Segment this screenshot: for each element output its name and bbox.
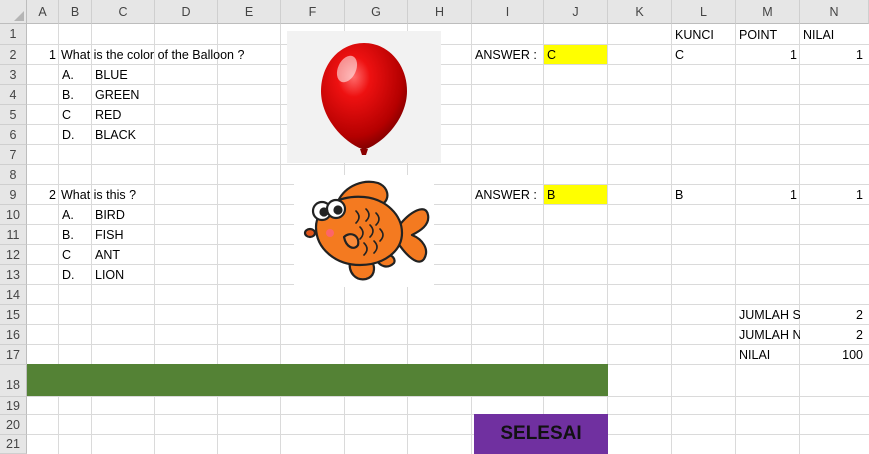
q1-option-a-text[interactable]: BLUE bbox=[92, 65, 155, 85]
row-header-19[interactable]: 19 bbox=[0, 397, 27, 415]
col-header-l[interactable]: L bbox=[672, 0, 736, 24]
balloon-picture[interactable] bbox=[287, 31, 441, 163]
col-header-j[interactable]: J bbox=[544, 0, 608, 24]
question-1-text[interactable]: What is the color of the Balloon ? bbox=[59, 45, 281, 65]
row-header-4[interactable]: 4 bbox=[0, 85, 27, 105]
green-banner bbox=[27, 364, 608, 396]
q1-kunci[interactable]: C bbox=[672, 45, 736, 65]
row-header-21[interactable]: 21 bbox=[0, 435, 27, 454]
q2-option-d-letter[interactable]: D. bbox=[59, 265, 92, 285]
question-2-number[interactable]: 2 bbox=[27, 185, 59, 205]
q2-option-c-text[interactable]: ANT bbox=[92, 245, 155, 265]
q1-answer-input[interactable]: C bbox=[544, 45, 607, 64]
q1-option-c-letter[interactable]: C bbox=[59, 105, 92, 125]
q2-point[interactable]: 1 bbox=[736, 185, 800, 205]
q1-point[interactable]: 1 bbox=[736, 45, 800, 65]
row-header-10[interactable]: 10 bbox=[0, 205, 27, 225]
row-header-17[interactable]: 17 bbox=[0, 345, 27, 365]
selesai-button[interactable]: SELESAI bbox=[474, 414, 608, 454]
col-header-i[interactable]: I bbox=[472, 0, 544, 24]
kunci-header[interactable]: KUNCI bbox=[672, 25, 736, 45]
row-header-16[interactable]: 16 bbox=[0, 325, 27, 345]
fish-icon bbox=[303, 180, 430, 281]
row-header-1[interactable]: 1 bbox=[0, 24, 27, 45]
q2-option-b-text[interactable]: FISH bbox=[92, 225, 155, 245]
col-header-d[interactable]: D bbox=[155, 0, 218, 24]
col-header-a[interactable]: A bbox=[27, 0, 59, 24]
spreadsheet: A B C D E F G H I J K L M N 1 2 3 4 5 6 … bbox=[0, 0, 869, 454]
row-header-12[interactable]: 12 bbox=[0, 245, 27, 265]
summary-label-1[interactable]: JUMLAH S bbox=[736, 305, 800, 325]
select-all-corner[interactable] bbox=[0, 0, 27, 24]
row-header-2[interactable]: 2 bbox=[0, 45, 27, 65]
q1-option-d-text[interactable]: BLACK bbox=[92, 125, 155, 145]
q2-option-c-letter[interactable]: C bbox=[59, 245, 92, 265]
col-header-n[interactable]: N bbox=[800, 0, 869, 24]
q2-option-d-text[interactable]: LION bbox=[92, 265, 155, 285]
row-header-13[interactable]: 13 bbox=[0, 265, 27, 285]
summary-label-2[interactable]: JUMLAH N bbox=[736, 325, 800, 345]
col-header-c[interactable]: C bbox=[92, 0, 155, 24]
q2-answer-input[interactable]: B bbox=[544, 185, 607, 204]
q1-nilai[interactable]: 1 bbox=[800, 45, 866, 65]
nilai-header[interactable]: NILAI bbox=[800, 25, 864, 45]
q1-answer-label[interactable]: ANSWER : bbox=[472, 45, 544, 65]
col-header-b[interactable]: B bbox=[59, 0, 92, 24]
summary-value-2[interactable]: 2 bbox=[800, 325, 866, 345]
row-header-6[interactable]: 6 bbox=[0, 125, 27, 145]
col-header-e[interactable]: E bbox=[218, 0, 281, 24]
question-1-number[interactable]: 1 bbox=[27, 45, 59, 65]
row-header-8[interactable]: 8 bbox=[0, 165, 27, 185]
q1-option-b-text[interactable]: GREEN bbox=[92, 85, 155, 105]
summary-label-3[interactable]: NILAI bbox=[736, 345, 800, 365]
row-header-9[interactable]: 9 bbox=[0, 185, 27, 205]
row-header-3[interactable]: 3 bbox=[0, 65, 27, 85]
q2-option-a-text[interactable]: BIRD bbox=[92, 205, 155, 225]
row-header-11[interactable]: 11 bbox=[0, 225, 27, 245]
row-header-14[interactable]: 14 bbox=[0, 285, 27, 305]
q2-option-b-letter[interactable]: B. bbox=[59, 225, 92, 245]
col-header-h[interactable]: H bbox=[408, 0, 472, 24]
col-header-g[interactable]: G bbox=[345, 0, 408, 24]
q2-nilai[interactable]: 1 bbox=[800, 185, 866, 205]
col-header-m[interactable]: M bbox=[736, 0, 800, 24]
q1-option-c-text[interactable]: RED bbox=[92, 105, 155, 125]
row-header-15[interactable]: 15 bbox=[0, 305, 27, 325]
balloon-icon bbox=[321, 43, 407, 155]
row-header-20[interactable]: 20 bbox=[0, 415, 27, 435]
summary-value-1[interactable]: 2 bbox=[800, 305, 866, 325]
q1-option-a-letter[interactable]: A. bbox=[59, 65, 92, 85]
summary-value-3[interactable]: 100 bbox=[800, 345, 866, 365]
col-header-f[interactable]: F bbox=[281, 0, 345, 24]
row-header-5[interactable]: 5 bbox=[0, 105, 27, 125]
fish-picture[interactable] bbox=[294, 175, 434, 287]
q2-option-a-letter[interactable]: A. bbox=[59, 205, 92, 225]
row-header-7[interactable]: 7 bbox=[0, 145, 27, 165]
question-2-text[interactable]: What is this ? bbox=[59, 185, 281, 205]
q1-option-b-letter[interactable]: B. bbox=[59, 85, 92, 105]
point-header[interactable]: POINT bbox=[736, 25, 800, 45]
row-header-18[interactable]: 18 bbox=[0, 365, 27, 397]
q2-kunci[interactable]: B bbox=[672, 185, 736, 205]
col-header-k[interactable]: K bbox=[608, 0, 672, 24]
q1-option-d-letter[interactable]: D. bbox=[59, 125, 92, 145]
q2-answer-label[interactable]: ANSWER : bbox=[472, 185, 544, 205]
